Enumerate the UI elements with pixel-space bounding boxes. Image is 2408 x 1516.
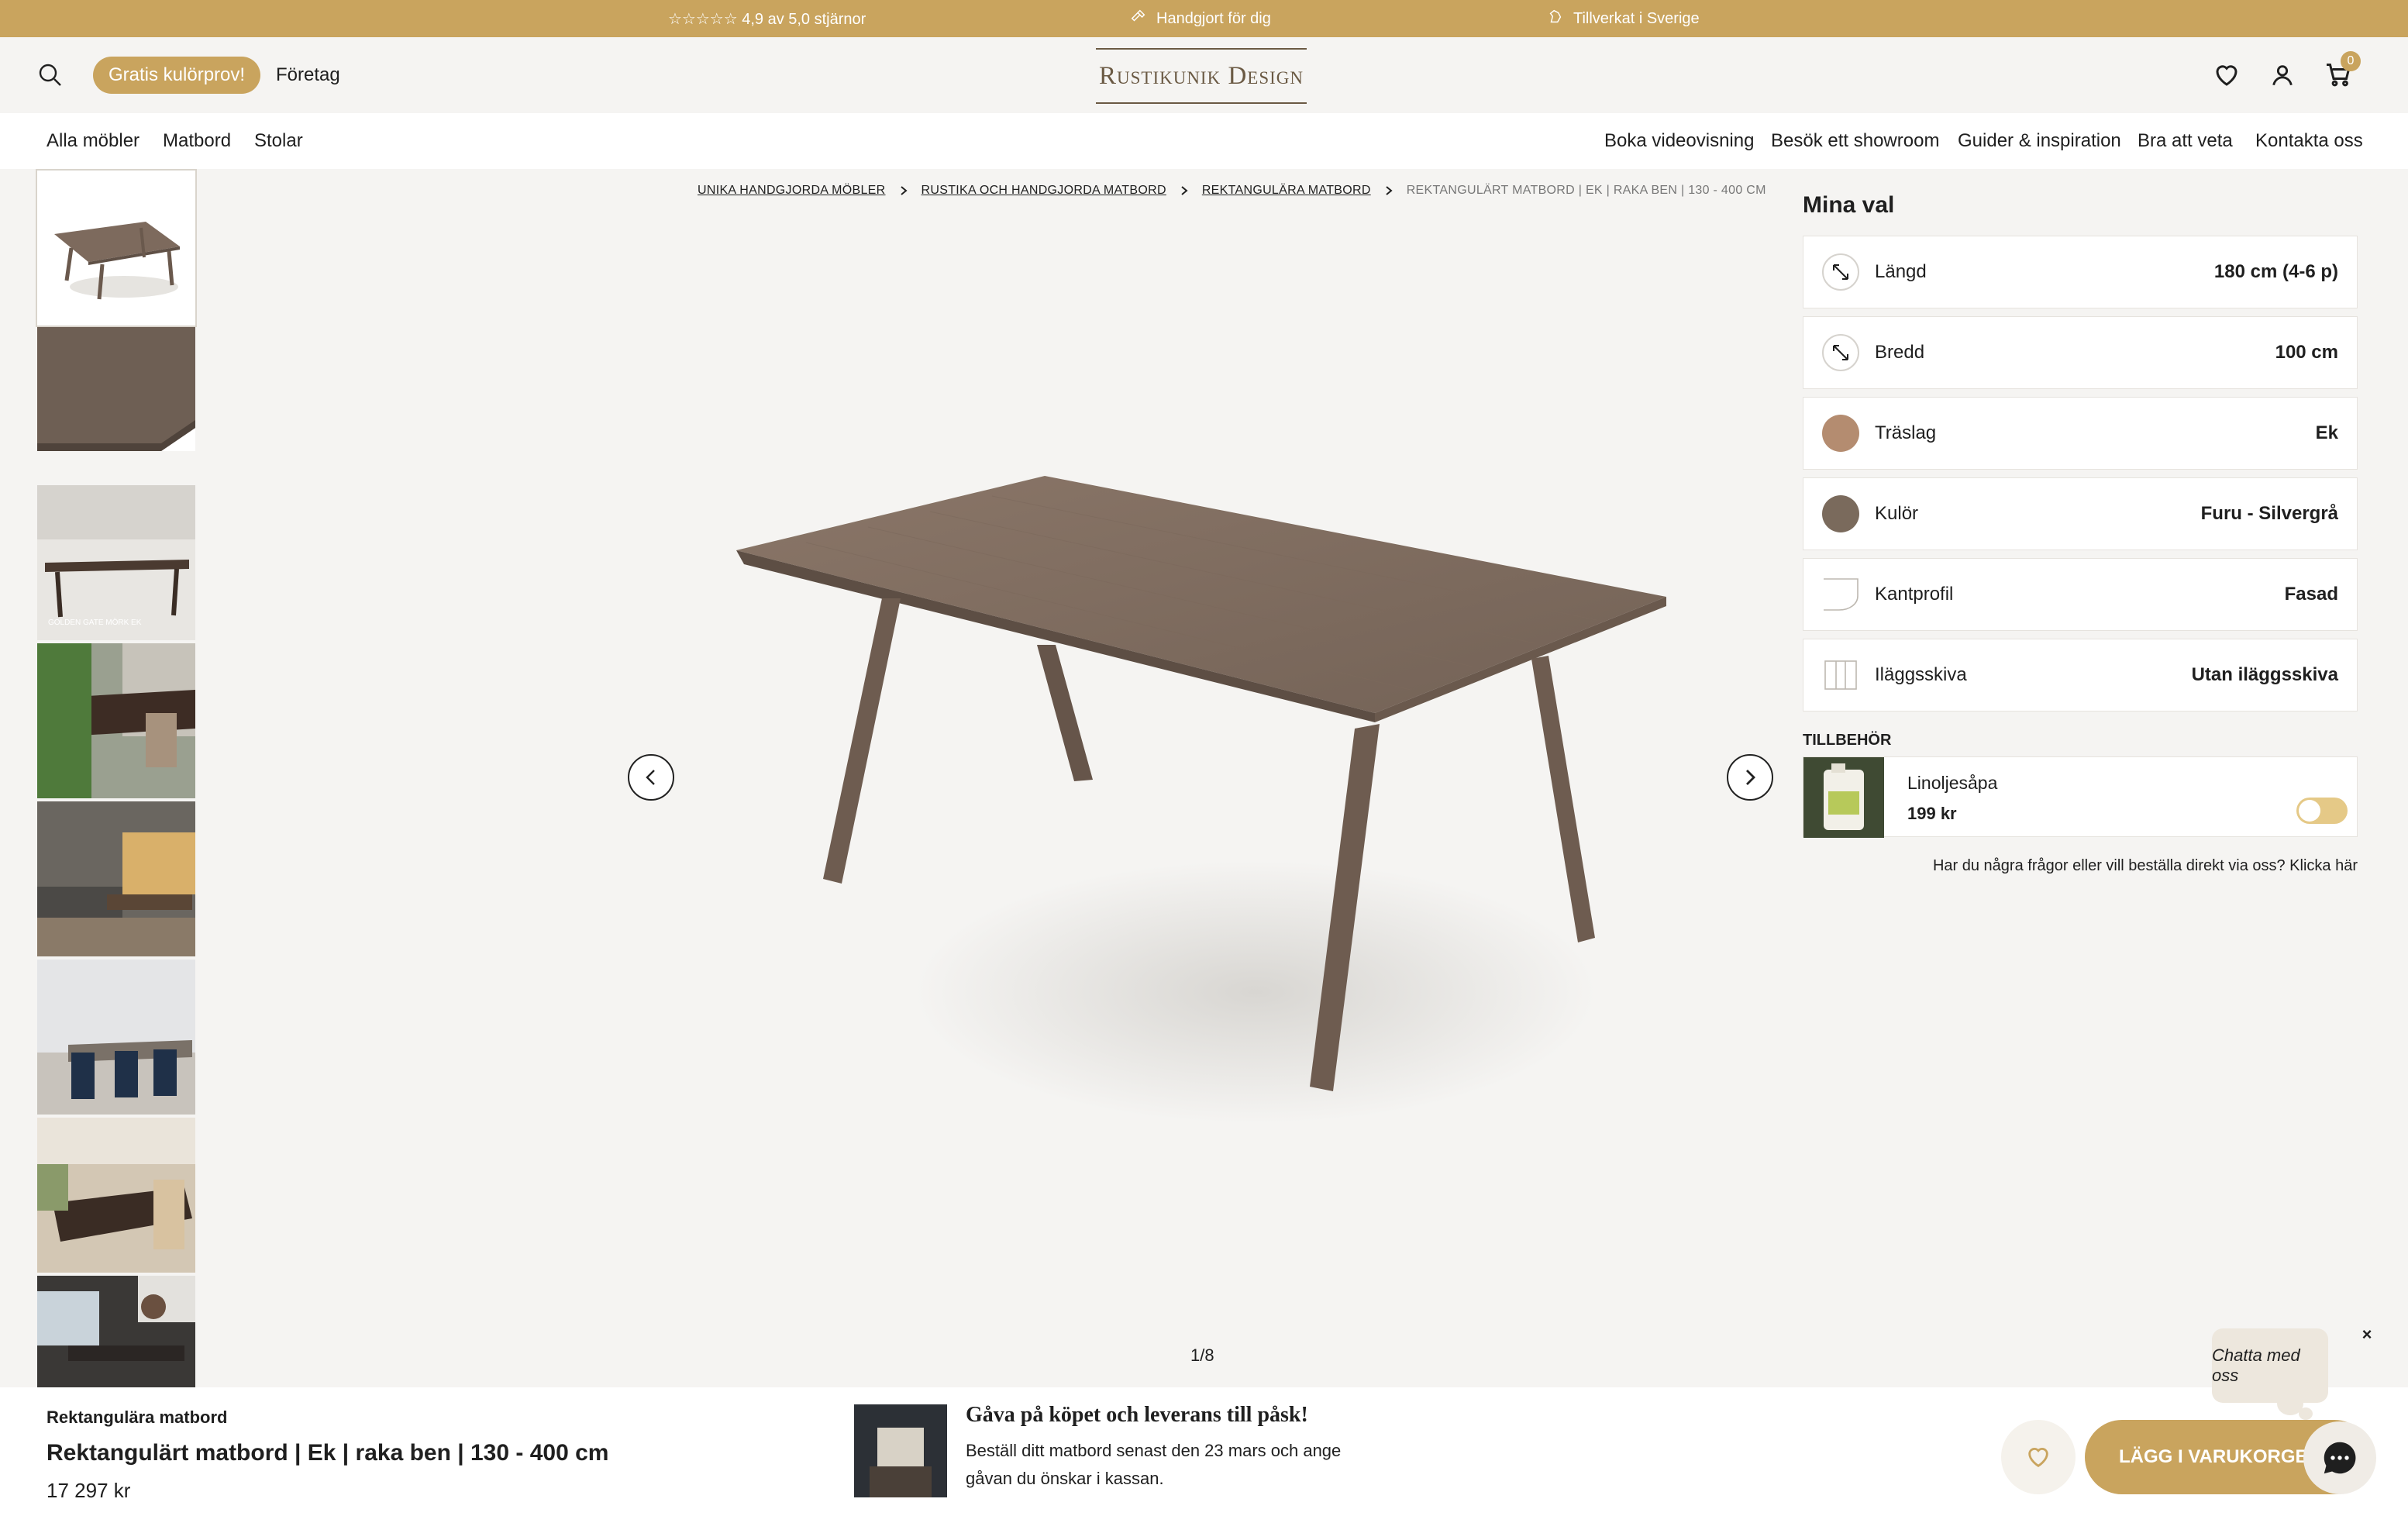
accessory-item: Linoljesåpa 199 kr [1803,756,2358,838]
product-main-image[interactable] [667,434,1736,1163]
thumbnail-caption: GOLDEN GATE MÖRK EK [48,618,142,627]
thumbnail-5[interactable] [37,801,195,956]
thumbnail-7[interactable] [37,1118,195,1273]
chat-bubble-tail [2299,1407,2313,1420]
product-price: 17 297 kr [47,1479,131,1502]
next-image-button[interactable] [1727,754,1773,801]
edge-profile-icon [1822,576,1859,613]
nav-item-contact[interactable]: Kontakta oss [2255,113,2363,169]
free-sample-button[interactable]: Gratis kulörprov! [93,57,261,94]
chat-icon [2324,1442,2356,1474]
chat-launcher-button[interactable] [2303,1421,2376,1494]
rating-text: ☆☆☆☆☆ 4,9 av 5,0 stjärnor [668,10,866,28]
chevron-right-icon [1386,186,1393,195]
wishlist-heart-icon[interactable] [2210,59,2243,91]
thumbnail-8[interactable] [37,1276,195,1387]
option-label: Kulör [1875,503,1919,524]
chevron-right-icon [1181,186,1188,195]
accessories-title: TILLBEHÖR [1803,732,1892,749]
site-header: Gratis kulörprov! Företag Rustikunik Des… [0,37,2408,113]
promo-text: Beställ ditt matbord senast den 23 mars … [966,1441,1342,1488]
sticky-product-bar: Rektangulära matbord Rektangulärt matbor… [0,1387,2408,1516]
option-edge-profile[interactable]: Kantprofil Fasad [1803,558,2358,631]
nav-item-good-to-know[interactable]: Bra att veta [2138,113,2233,169]
cart-icon[interactable]: 0 [2322,51,2361,91]
close-icon[interactable]: × [2356,1324,2378,1345]
breadcrumb-current: REKTANGULÄRT MATBORD | EK | RAKA BEN | 1… [1406,184,1766,197]
thumbnail-4[interactable] [37,643,195,798]
option-label: Längd [1875,261,1927,282]
accessory-name: Linoljesåpa [1907,773,1998,793]
chat-bubble[interactable]: Chatta med oss [2212,1328,2328,1403]
wood-swatch [1822,415,1859,452]
thumbnail-6[interactable] [37,960,195,1115]
nav-item-showroom[interactable]: Besök ett showroom [1771,113,1939,169]
option-value: 100 cm [2275,342,2338,363]
chevron-right-icon [900,186,908,195]
nav-item-dining-tables[interactable]: Matbord [163,113,231,169]
option-value: Furu - Silvergrå [2200,503,2338,524]
main-nav: Alla möbler Matbord Stolar Boka videovis… [0,113,2408,169]
accessory-image [1803,757,1884,838]
add-to-wishlist-button[interactable] [2001,1420,2076,1494]
company-link[interactable]: Företag [276,57,340,94]
option-wood-type[interactable]: Träslag Ek [1803,397,2358,470]
resize-diagonal-icon [1822,253,1859,291]
nav-item-all-furniture[interactable]: Alla möbler [47,113,140,169]
option-value: Fasad [2284,584,2338,605]
breadcrumb-item-rectangular-tables[interactable]: REKTANGULÄRA MATBORD [1202,184,1371,198]
help-contact-link[interactable]: Har du några frågor eller vill beställa … [1803,857,2358,875]
chevron-right-icon [1746,770,1755,785]
account-user-icon[interactable] [2266,59,2299,91]
thumbnail-1[interactable] [36,169,197,327]
made-in-sweden-announcement: Tillverkat i Sverige [1547,0,1700,37]
nav-item-video-viewing[interactable]: Boka videovisning [1604,113,1754,169]
nav-item-guides[interactable]: Guider & inspiration [1958,113,2121,169]
option-width[interactable]: Bredd 100 cm [1803,316,2358,389]
announcement-bar: ☆☆☆☆☆ 4,9 av 5,0 stjärnor Handgjort för … [0,0,2408,37]
promo-title: Gåva på köpet och leverans till påsk! [966,1403,1308,1427]
handmade-text: Handgjort för dig [1156,9,1271,27]
extension-leaf-icon [1822,656,1859,694]
resize-diagonal-icon [1822,334,1859,371]
option-label: Träslag [1875,422,1937,443]
promo-image [854,1404,947,1497]
options-title: Mina val [1803,192,1895,218]
search-icon[interactable] [36,60,65,90]
accessory-toggle[interactable] [2296,798,2348,824]
option-extension-leaf[interactable]: Iläggsskiva Utan iläggsskiva [1803,639,2358,711]
option-value: Ek [2315,422,2338,443]
cart-count-badge: 0 [2341,51,2361,71]
thumbnail-3[interactable]: GOLDEN GATE MÖRK EK [37,485,195,640]
option-label: Bredd [1875,342,1925,363]
hammer-icon [1130,8,1147,29]
color-swatch [1822,495,1859,532]
option-label: Kantprofil [1875,584,1954,605]
option-length[interactable]: Längd 180 cm (4-6 p) [1803,236,2358,308]
sweden-icon [1547,8,1564,29]
product-category: Rektangulära matbord [47,1407,228,1427]
product-title: Rektangulärt matbord | Ek | raka ben | 1… [47,1440,609,1466]
thumbnail-2[interactable] [37,327,195,451]
chevron-left-icon [646,770,655,785]
breadcrumb: UNIKA HANDGJORDA MÖBLER RUSTIKA OCH HAND… [698,180,1766,202]
logo[interactable]: Rustikunik Design [1093,43,1310,109]
logo-frame [1096,48,1307,104]
prev-image-button[interactable] [628,754,674,801]
handmade-announcement: Handgjort för dig [1130,0,1271,37]
option-label: Iläggsskiva [1875,664,1967,685]
option-color[interactable]: Kulör Furu - Silvergrå [1803,477,2358,550]
option-value: Utan iläggsskiva [2191,664,2338,685]
made-in-text: Tillverkat i Sverige [1573,9,1700,27]
heart-icon [2028,1448,2048,1468]
nav-item-chairs[interactable]: Stolar [254,113,303,169]
breadcrumb-item-unique-furniture[interactable]: UNIKA HANDGJORDA MÖBLER [698,184,886,198]
rating-announcement: ☆☆☆☆☆ 4,9 av 5,0 stjärnor [668,0,866,37]
image-counter: 1/8 [1190,1345,1214,1365]
accessory-price: 199 kr [1907,804,1957,823]
option-value: 180 cm (4-6 p) [2213,261,2338,282]
breadcrumb-item-rustic-tables[interactable]: RUSTIKA OCH HANDGJORDA MATBORD [922,184,1166,198]
